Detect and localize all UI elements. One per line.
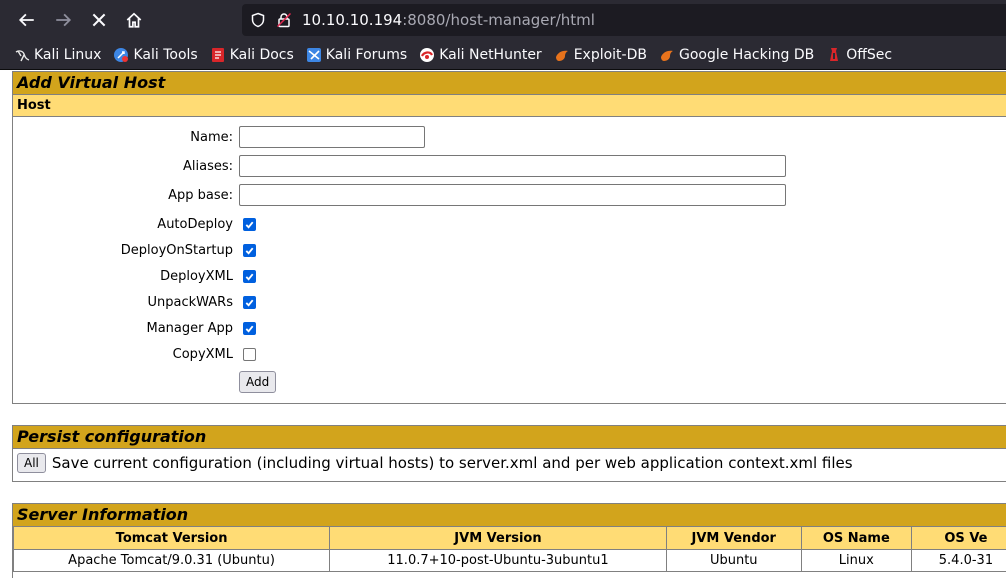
shield-icon[interactable]: [248, 10, 268, 30]
checkmark-icon: [245, 273, 254, 281]
home-button[interactable]: [120, 6, 148, 34]
bookmark-exploit-db[interactable]: Exploit-DB: [554, 47, 647, 63]
host-subtitle: Host: [13, 94, 1006, 116]
bookmark-kali-tools[interactable]: Kali Tools: [113, 46, 198, 63]
os-name-cell: Linux: [800, 549, 912, 572]
deployxml-row: DeployXML: [13, 264, 256, 288]
browser-toolbar: 10.10.10.194:8080/host-manager/html: [0, 0, 1006, 40]
exploit-db-icon: [554, 47, 570, 63]
bookmark-label: Kali Tools: [133, 46, 198, 63]
deployonstartup-label: DeployOnStartup: [120, 242, 233, 258]
ghdb-icon: [659, 47, 675, 63]
copyxml-checkbox[interactable]: [243, 347, 256, 361]
back-button[interactable]: [13, 6, 41, 34]
name-row: Name:: [13, 125, 425, 149]
column-header-jvm-vendor: JVM Vendor: [665, 526, 802, 550]
persist-description: Save current configuration (including vi…: [51, 453, 853, 472]
kali-tools-icon: [113, 47, 129, 63]
deployxml-checkbox[interactable]: [243, 269, 256, 283]
add-button[interactable]: Add: [239, 371, 277, 393]
jvm-vendor-cell: Ubuntu: [665, 549, 802, 572]
url-bar[interactable]: 10.10.10.194:8080/host-manager/html: [242, 4, 1006, 36]
add-virtual-host-section: Add Virtual Host Host Name: Aliases: App…: [12, 71, 1006, 404]
column-header-os-name: OS Name: [800, 526, 912, 550]
unpackwars-row: UnpackWARs: [13, 290, 256, 314]
bookmark-label: Kali Linux: [34, 46, 102, 63]
url-host: 10.10.10.194: [302, 11, 403, 29]
name-label: Name:: [190, 129, 233, 145]
section-title: Persist configuration: [13, 426, 1006, 448]
add-button-row: Add: [13, 370, 277, 394]
checkmark-icon: [245, 325, 254, 333]
home-icon: [126, 12, 142, 28]
aliases-label: Aliases:: [182, 158, 233, 174]
deployxml-label: DeployXML: [160, 268, 233, 284]
bookmark-label: Kali Docs: [229, 46, 294, 63]
column-header-tomcat-version: Tomcat Version: [12, 526, 331, 550]
column-header-jvm-version: JVM Version: [329, 526, 667, 550]
bookmark-label: Kali NetHunter: [439, 46, 542, 63]
deployonstartup-row: DeployOnStartup: [13, 238, 256, 262]
page-content: Add Virtual Host Host Name: Aliases: App…: [0, 71, 1006, 578]
aliases-row: Aliases:: [13, 154, 786, 178]
table-header-row: Tomcat Version JVM Version JVM Vendor OS…: [12, 526, 1006, 550]
bookmark-google-hacking-db[interactable]: Google Hacking DB: [659, 47, 814, 63]
kali-forums-icon: [306, 47, 322, 63]
unpackwars-checkbox[interactable]: [243, 295, 256, 309]
section-title: Add Virtual Host: [13, 72, 1006, 94]
table-row: Apache Tomcat/9.0.31 (Ubuntu) 11.0.7+10-…: [12, 549, 1006, 572]
server-information-section: Server Information Tomcat Version JVM Ve…: [12, 503, 1006, 578]
persist-all-button[interactable]: All: [17, 452, 46, 473]
add-host-form: Name: Aliases: App base: AutoDeploy Depl…: [13, 116, 1006, 398]
offsec-icon: [826, 47, 842, 63]
jvm-version-cell: 11.0.7+10-post-Ubuntu-3ubuntu1: [329, 549, 667, 572]
manager-app-label: Manager App: [146, 320, 233, 336]
url-text: 10.10.10.194:8080/host-manager/html: [302, 11, 595, 29]
kali-dragon-icon: [14, 47, 30, 63]
manager-app-checkbox[interactable]: [243, 321, 256, 335]
autodeploy-row: AutoDeploy: [13, 212, 256, 236]
bookmark-label: Google Hacking DB: [678, 46, 815, 63]
bookmark-offsec[interactable]: OffSec: [826, 47, 892, 63]
deployonstartup-checkbox[interactable]: [243, 243, 256, 257]
stop-button[interactable]: [85, 6, 113, 34]
app-base-label: App base:: [168, 187, 233, 203]
server-info-table: Tomcat Version JVM Version JVM Vendor OS…: [12, 526, 1006, 572]
app-base-row: App base:: [13, 183, 786, 207]
bookmark-kali-linux[interactable]: Kali Linux: [14, 47, 101, 63]
checkmark-icon: [245, 247, 254, 255]
checkmark-icon: [245, 299, 254, 307]
bookmark-label: OffSec: [846, 46, 893, 63]
unpackwars-label: UnpackWARs: [147, 294, 234, 310]
manager-app-row: Manager App: [13, 316, 256, 340]
url-path: :8080/host-manager/html: [402, 11, 595, 29]
name-input[interactable]: [239, 126, 425, 148]
close-icon: [92, 13, 106, 27]
bookmark-kali-docs[interactable]: Kali Docs: [210, 47, 294, 63]
autodeploy-label: AutoDeploy: [157, 216, 233, 232]
kali-nethunter-icon: [419, 47, 435, 63]
copyxml-row: CopyXML: [13, 342, 256, 366]
bookmark-kali-forums[interactable]: Kali Forums: [306, 47, 407, 63]
persist-row: All Save current configuration (includin…: [13, 448, 1006, 476]
checkmark-icon: [245, 221, 254, 229]
kali-docs-icon: [210, 47, 226, 63]
app-base-input[interactable]: [239, 184, 786, 206]
section-title: Server Information: [13, 504, 1006, 526]
autodeploy-checkbox[interactable]: [243, 217, 256, 231]
arrow-right-icon: [56, 13, 72, 27]
forward-button[interactable]: [49, 6, 77, 34]
column-header-os-version: OS Ve: [910, 526, 1006, 550]
bookmark-kali-nethunter[interactable]: Kali NetHunter: [419, 46, 542, 63]
persist-configuration-section: Persist configuration All Save current c…: [12, 425, 1006, 482]
aliases-input[interactable]: [239, 155, 786, 177]
bookmark-label: Kali Forums: [325, 46, 408, 63]
bookmark-label: Exploit-DB: [573, 46, 647, 63]
copyxml-label: CopyXML: [172, 346, 233, 362]
bookmarks-toolbar: Kali Linux Kali Tools Kali Docs Kali For…: [0, 40, 1006, 70]
tomcat-version-cell: Apache Tomcat/9.0.31 (Ubuntu): [12, 549, 331, 572]
os-version-cell: 5.4.0-31: [910, 549, 1006, 572]
insecure-lock-icon[interactable]: [274, 10, 294, 30]
arrow-left-icon: [18, 13, 34, 27]
